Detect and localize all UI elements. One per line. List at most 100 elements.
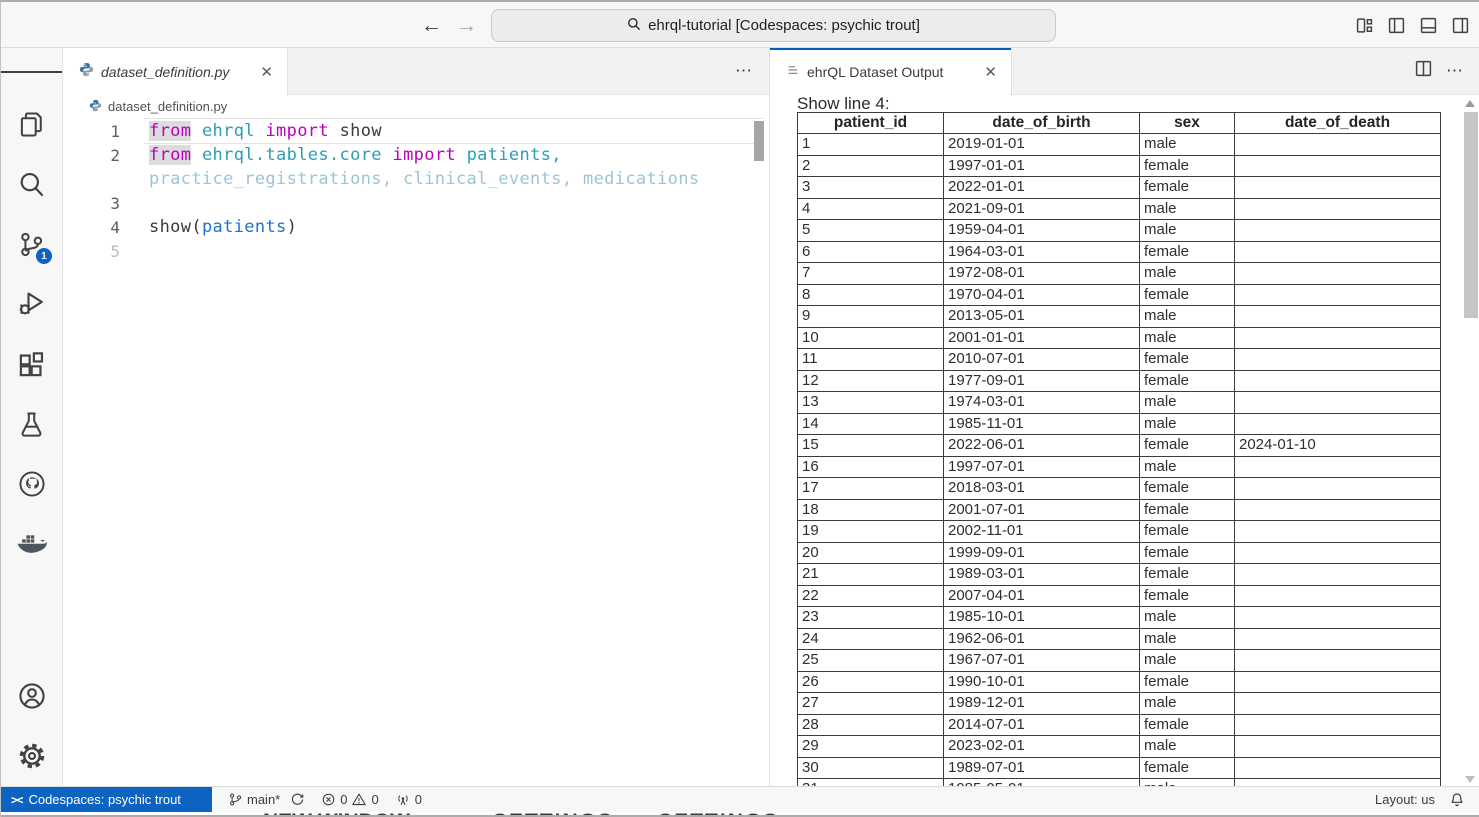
- table-row: 311985-05-01male: [798, 779, 1441, 787]
- python-file-icon: [89, 99, 102, 115]
- accounts-icon[interactable]: [1, 674, 62, 718]
- table-row: 92013-05-01male: [798, 306, 1441, 328]
- scm-badge: 1: [36, 248, 52, 264]
- code-line[interactable]: 4show(patients): [63, 215, 769, 239]
- breadcrumb[interactable]: dataset_definition.py: [63, 95, 769, 118]
- ports-radio-icon: [395, 792, 411, 807]
- table-row: 152022-06-01female2024-01-10: [798, 435, 1441, 457]
- table-cell: 1997-07-01: [944, 456, 1140, 478]
- line-number: 4: [63, 218, 120, 237]
- table-cell: 13: [798, 392, 944, 414]
- table-cell: 1967-07-01: [944, 650, 1140, 672]
- output-more-actions-icon[interactable]: ⋯: [1446, 61, 1464, 81]
- table-row: 251967-07-01male: [798, 650, 1441, 672]
- ports-status[interactable]: 0: [395, 792, 422, 807]
- table-cell: [1235, 521, 1441, 543]
- explorer-icon[interactable]: [1, 102, 62, 146]
- table-cell: 2022-01-01: [944, 177, 1140, 199]
- branch-label: main*: [247, 792, 280, 807]
- line-number: 1: [63, 122, 120, 141]
- editor-more-actions-icon[interactable]: ⋯: [735, 61, 753, 81]
- table-row: 222007-04-01female: [798, 585, 1441, 607]
- table-cell: 1985-10-01: [944, 607, 1140, 629]
- table-cell: male: [1140, 779, 1235, 787]
- run-debug-icon[interactable]: [1, 281, 62, 325]
- table-cell: 2: [798, 155, 944, 177]
- table-cell: [1235, 736, 1441, 758]
- toggle-primary-sidebar-icon[interactable]: [1388, 17, 1405, 34]
- webview-scrollbar-thumb[interactable]: [1464, 112, 1478, 318]
- close-tab-icon[interactable]: ✕: [980, 63, 1001, 82]
- table-cell: 2013-05-01: [944, 306, 1140, 328]
- code-editor[interactable]: 1from ehrql import show2from ehrql.table…: [63, 118, 769, 263]
- layout-indicator[interactable]: Layout: us: [1375, 792, 1435, 807]
- table-cell: 30: [798, 757, 944, 779]
- branch-status[interactable]: main*: [228, 792, 305, 807]
- settings-gear-icon[interactable]: [1, 734, 62, 778]
- editor-scrollbar-thumb[interactable]: [754, 121, 764, 161]
- source-control-icon[interactable]: 1: [1, 222, 62, 266]
- table-cell: male: [1140, 607, 1235, 629]
- tab-dataset-definition[interactable]: dataset_definition.py ✕: [63, 48, 288, 96]
- back-arrow-icon[interactable]: ←: [421, 15, 442, 36]
- sync-icon: [290, 792, 305, 807]
- scroll-up-arrow-icon[interactable]: [1465, 100, 1475, 107]
- code-line[interactable]: 2from ehrql.tables.core import patients,: [63, 143, 769, 167]
- editor-group: dataset_definition.py ✕ ⋯ dataset_defini…: [63, 48, 769, 786]
- scroll-down-arrow-icon[interactable]: [1465, 776, 1475, 783]
- toggle-panel-icon[interactable]: [1420, 17, 1437, 34]
- table-cell: [1235, 220, 1441, 242]
- search-sidebar-icon[interactable]: [1, 162, 62, 206]
- table-cell: male: [1140, 198, 1235, 220]
- docker-icon[interactable]: [1, 522, 62, 566]
- table-cell: 24: [798, 628, 944, 650]
- tab-label: dataset_definition.py: [101, 64, 229, 80]
- tab-label: ehrQL Dataset Output: [807, 64, 943, 80]
- problems-status[interactable]: 0 0: [321, 792, 378, 807]
- ports-count: 0: [415, 792, 422, 807]
- notifications-bell-icon[interactable]: [1449, 792, 1465, 808]
- close-tab-icon[interactable]: ✕: [256, 63, 277, 82]
- toggle-secondary-sidebar-icon[interactable]: [1452, 17, 1469, 34]
- table-cell: 2019-01-01: [944, 134, 1140, 156]
- output-group: ehrQL Dataset Output ✕ ⋯ Show line 4: pa…: [769, 48, 1479, 786]
- table-cell: [1235, 370, 1441, 392]
- code-line[interactable]: 5: [63, 239, 769, 263]
- title-bar: ← → ehrql-tutorial [Codespaces: psychic …: [1, 2, 1479, 48]
- table-cell: [1235, 456, 1441, 478]
- warnings-count: 0: [371, 792, 378, 807]
- table-cell: female: [1140, 370, 1235, 392]
- code-line[interactable]: 1from ehrql import show: [63, 119, 769, 143]
- menu-hamburger-icon[interactable]: [1, 50, 62, 94]
- code-line[interactable]: 3: [63, 191, 769, 215]
- table-cell: [1235, 284, 1441, 306]
- command-center-search[interactable]: ehrql-tutorial [Codespaces: psychic trou…: [491, 9, 1056, 42]
- table-cell: [1235, 306, 1441, 328]
- table-cell: 19: [798, 521, 944, 543]
- table-cell: 2010-07-01: [944, 349, 1140, 371]
- clipped-text-fragment: SETTINGS >< SETTINGS: [493, 812, 779, 817]
- github-icon[interactable]: [1, 462, 62, 506]
- table-cell: 1989-12-01: [944, 693, 1140, 715]
- table-header-row: patient_iddate_of_birthsexdate_of_death: [798, 113, 1441, 134]
- forward-arrow-icon[interactable]: →: [456, 15, 477, 36]
- line-number: 5: [63, 242, 120, 261]
- extensions-icon[interactable]: [1, 342, 62, 386]
- code-line[interactable]: practice_registrations, clinical_events,…: [63, 167, 769, 191]
- line-number: 2: [63, 146, 120, 165]
- table-cell: [1235, 327, 1441, 349]
- testing-beaker-icon[interactable]: [1, 402, 62, 446]
- table-row: 51959-04-01male: [798, 220, 1441, 242]
- customize-layout-icon[interactable]: [1356, 17, 1373, 34]
- table-cell: 1989-07-01: [944, 757, 1140, 779]
- remote-indicator[interactable]: >< Codespaces: psychic trout: [1, 787, 212, 812]
- table-cell: [1235, 757, 1441, 779]
- table-row: 12019-01-01male: [798, 134, 1441, 156]
- tab-ehrql-dataset-output[interactable]: ehrQL Dataset Output ✕: [770, 48, 1012, 96]
- table-row: 192002-11-01female: [798, 521, 1441, 543]
- table-row: 141985-11-01male: [798, 413, 1441, 435]
- split-editor-icon[interactable]: [1415, 60, 1432, 82]
- table-cell: 8: [798, 284, 944, 306]
- table-cell: [1235, 177, 1441, 199]
- table-row: 71972-08-01male: [798, 263, 1441, 285]
